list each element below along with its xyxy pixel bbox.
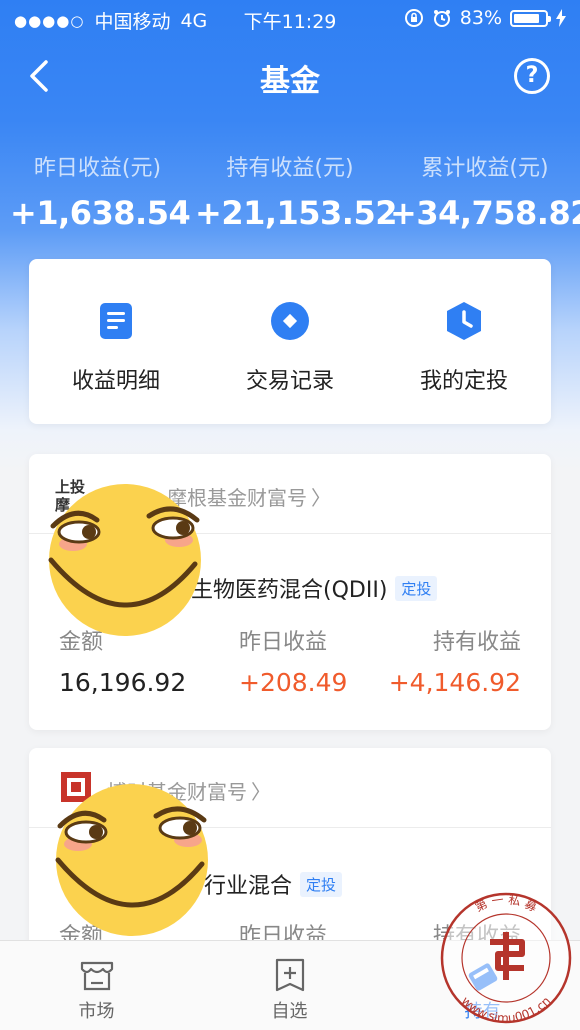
metric-value: 16,196.92 (59, 668, 187, 697)
metric-label: 持有收益 (432, 630, 521, 655)
fund-name: 行业混合 定投 (204, 868, 343, 900)
tab-market[interactable]: 市场 (0, 941, 193, 1030)
action-label: 收益明细 (71, 369, 160, 394)
chevron-right-icon: 〉 (251, 780, 271, 804)
nav-bar: 基金 ? (0, 40, 580, 116)
tab-watchlist[interactable]: 自选 (193, 941, 386, 1030)
stat-label: 昨日收益(元) (33, 156, 162, 181)
stat-yesterday: 昨日收益(元) +1,638.54 (10, 150, 191, 232)
market-icon (80, 961, 114, 991)
fund-name: 生物医药混合(QDII) 定投 (191, 572, 438, 604)
charging-icon (556, 9, 566, 27)
auto-invest-tag: 定投 (300, 872, 343, 897)
action-auto-invest[interactable]: 我的定投 (377, 259, 551, 424)
clock-shield-icon (447, 302, 481, 340)
status-bar: ●●●●○ 中国移动 4G 下午11:29 83% (0, 0, 580, 38)
action-label: 交易记录 (245, 369, 334, 394)
action-earnings-detail[interactable]: 收益明细 (29, 259, 203, 424)
smirk-emoji-sticker (48, 484, 201, 636)
tab-label: 市场 (78, 1001, 115, 1022)
watermark-seal: 第 一 私 募 www.simu001.cn (440, 892, 572, 1025)
diamond-circle-icon (271, 302, 309, 340)
metric-holding: 持有收益 +4,146.92 (389, 624, 521, 697)
document-icon (100, 303, 132, 339)
stat-value: +1,638.54 (10, 194, 191, 232)
rotation-lock-icon (404, 9, 423, 27)
stat-holding: 持有收益(元) +21,153.52 (195, 150, 397, 232)
add-watchlist-icon (275, 958, 305, 992)
help-icon[interactable]: ? (514, 58, 550, 94)
chevron-right-icon: 〉 (311, 486, 331, 510)
stat-cumulative: 累计收益(元) +34,758.82 (390, 150, 580, 232)
tab-label: 自选 (271, 1001, 308, 1022)
action-transactions[interactable]: 交易记录 (203, 259, 377, 424)
earnings-summary: 昨日收益(元) +1,638.54 持有收益(元) +21,153.52 累计收… (0, 150, 580, 250)
stat-label: 持有收益(元) (226, 156, 354, 181)
metric-yesterday: 昨日收益 +208.49 (239, 624, 347, 697)
metric-value: +4,146.92 (388, 668, 521, 697)
stat-value: +21,153.52 (195, 194, 397, 232)
stat-value: +34,758.82 (390, 194, 580, 232)
battery-percent: 83% (459, 7, 502, 29)
quick-actions-card: 收益明细 交易记录 我的定投 (29, 259, 551, 424)
metric-value: +208.49 (239, 668, 348, 697)
auto-invest-tag: 定投 (395, 576, 438, 601)
action-label: 我的定投 (419, 369, 508, 394)
stat-label: 累计收益(元) (421, 156, 549, 181)
alarm-icon (433, 10, 450, 27)
metric-label: 昨日收益 (239, 630, 328, 655)
smirk-emoji-sticker (55, 784, 208, 936)
page-title: 基金 (260, 64, 320, 99)
battery-icon (510, 9, 551, 27)
